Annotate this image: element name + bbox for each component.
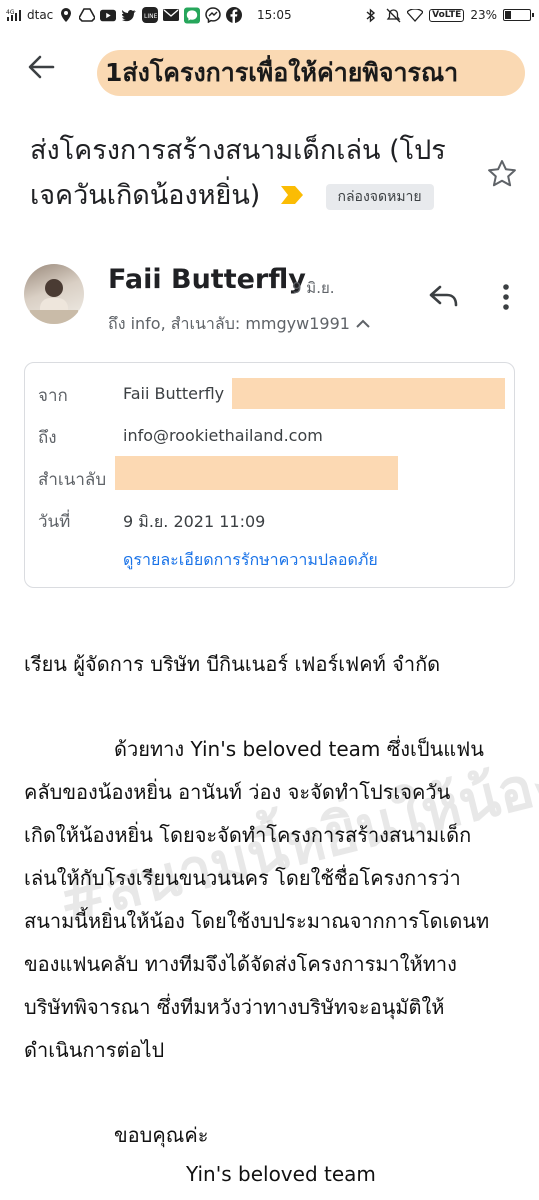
battery-icon	[503, 9, 534, 21]
recipients-text: ถึง info, สำเนาลับ: mmgyw1991	[108, 314, 350, 333]
battery-percent: 23%	[470, 8, 497, 22]
body-line: บริษัทพิจารณา ซึ่งทีมหวังว่าทางบริษัทจะอ…	[24, 995, 445, 1019]
important-marker-icon[interactable]	[279, 174, 305, 219]
star-icon[interactable]	[486, 158, 518, 190]
body-line: คลับของน้องหยิ่น อานันท์ ว่อง จะจัดทำโปร…	[24, 780, 451, 804]
messenger-chat-icon	[205, 7, 222, 23]
signal-icon: 4G	[6, 7, 22, 23]
subject-line-1: ส่งโครงการสร้างสนามเด็กเล่น (โปร	[30, 135, 446, 166]
from-value: Faii Butterfly	[123, 384, 225, 403]
volte-badge: VoLTE	[429, 8, 465, 22]
drive-icon	[79, 7, 96, 23]
status-bar: 4G dtac LINE 15:05 VoLTE 23%	[0, 0, 539, 30]
reply-icon[interactable]	[428, 283, 460, 311]
messenger-icon	[184, 7, 201, 23]
body-line: ด้วยทาง Yin's beloved team ซึ่งเป็นแฟน	[114, 737, 484, 761]
recipients-summary[interactable]: ถึง info, สำเนาลับ: mmgyw1991	[108, 312, 371, 337]
date-label: วันที่	[38, 512, 71, 532]
body-closing: ขอบคุณค่ะ	[114, 1123, 209, 1147]
line-app-icon: LINE	[142, 7, 159, 23]
to-label: ถึง	[38, 428, 57, 448]
mute-bell-icon	[385, 7, 401, 23]
mail-icon	[163, 7, 180, 23]
sender-name: Faii Butterfly	[108, 264, 306, 295]
body-line: สนามนี้หยิ่นให้น้อง โดยใช้งบประมาณจากการ…	[24, 909, 490, 933]
carrier-name: dtac	[27, 8, 54, 22]
body-signature: Yin's beloved team	[186, 1162, 376, 1186]
redacted-bcc-value	[115, 456, 398, 490]
body-line: ของแฟนคลับ ทางทีมจึงได้จัดส่งโครงการมาให…	[24, 952, 457, 976]
wifi-icon	[407, 7, 424, 23]
sender-avatar[interactable]	[24, 264, 84, 324]
more-options-icon[interactable]	[498, 282, 514, 312]
chevron-up-icon[interactable]	[355, 314, 371, 333]
twitter-icon	[121, 7, 137, 23]
subject-line-2: เจควันเกิดน้องหยิ่น)	[30, 180, 261, 211]
body-line: เกิดให้น้องหยิ่น โดยจะจัดทำโครงการสร้างส…	[24, 823, 472, 847]
inbox-label-chip[interactable]: กล่องจดหมาย	[325, 183, 434, 210]
bcc-label: สำเนาลับ	[38, 470, 107, 490]
bluetooth-icon	[363, 7, 379, 23]
to-value[interactable]: info@rookiethailand.com	[123, 426, 323, 445]
redacted-from-email	[232, 378, 505, 409]
from-label: จาก	[38, 386, 68, 406]
body-line: ดำเนินการต่อไป	[24, 1038, 165, 1062]
security-details-link[interactable]: ดูรายละเอียดการรักษาความปลอดภัย	[123, 548, 378, 573]
location-icon	[58, 7, 74, 23]
date-value: 9 มิ.ย. 2021 11:09	[123, 512, 266, 531]
caption-banner: 1ส่งโครงการเพื่อให้ค่ายพิจารณา	[97, 50, 525, 96]
email-subject: ส่งโครงการสร้างสนามเด็กเล่น (โปร เจควันเ…	[30, 128, 460, 219]
body-greeting: เรียน ผู้จัดการ บริษัท บีกินเนอร์ เฟอร์เ…	[24, 652, 441, 676]
body-line: เล่นให้กับโรงเรียนขนวนนคร โดยใช้ชื่อโครง…	[24, 866, 461, 890]
back-arrow-icon[interactable]	[26, 52, 56, 82]
sender-date: 9 มิ.ย.	[292, 279, 335, 297]
clock: 15:05	[257, 8, 292, 22]
svg-text:LINE: LINE	[144, 13, 158, 20]
youtube-icon	[100, 7, 117, 23]
svg-text:4G: 4G	[6, 9, 15, 16]
facebook-icon	[226, 7, 243, 23]
